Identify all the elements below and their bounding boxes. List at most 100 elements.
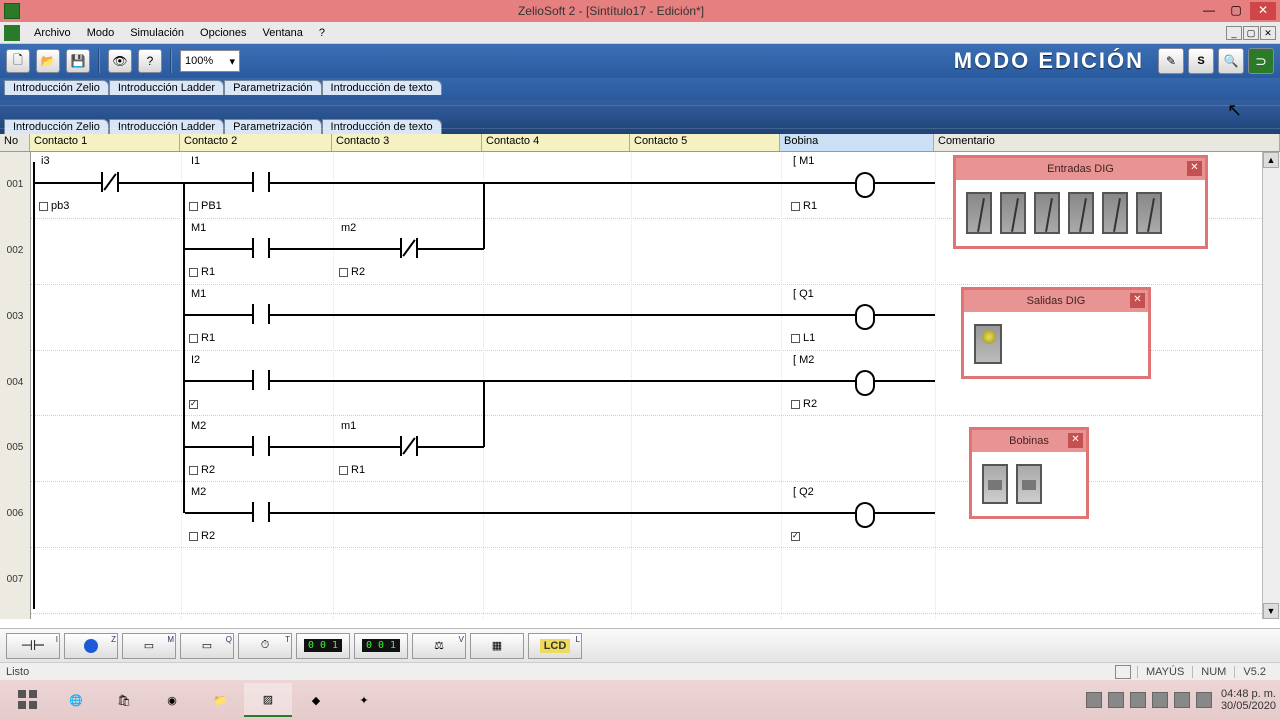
- mdi-close[interactable]: ✕: [1260, 26, 1276, 40]
- contact-M2b[interactable]: [252, 502, 270, 522]
- switch-icon[interactable]: [1102, 192, 1128, 234]
- vertical-scrollbar[interactable]: ▲ ▼: [1262, 152, 1280, 619]
- help-button[interactable]: ?: [138, 49, 162, 73]
- chk-R2c[interactable]: [189, 532, 198, 541]
- contact-m2[interactable]: [400, 238, 418, 258]
- clock[interactable]: 04:48 p. m. 30/05/2020: [1221, 688, 1276, 712]
- sim-timer[interactable]: ⏱T: [238, 633, 292, 659]
- chk-R1-coil[interactable]: [791, 202, 800, 211]
- mdi-min[interactable]: _: [1226, 26, 1242, 40]
- contact-i3[interactable]: [101, 172, 119, 192]
- open-button[interactable]: 📂: [36, 49, 60, 73]
- coil-M1[interactable]: [855, 172, 875, 194]
- lamp-icon[interactable]: [974, 324, 1002, 364]
- close-button[interactable]: ✕: [1250, 2, 1276, 20]
- system-tray[interactable]: 04:48 p. m. 30/05/2020: [1083, 688, 1276, 712]
- col-comentario[interactable]: Comentario: [934, 134, 1280, 151]
- tray-volume-icon[interactable]: [1196, 692, 1212, 708]
- switch-icon[interactable]: [1000, 192, 1026, 234]
- contact-I1[interactable]: [252, 172, 270, 192]
- close-icon[interactable]: ✕: [1068, 433, 1083, 448]
- new-button[interactable]: 🗋: [6, 49, 30, 73]
- menu-opciones[interactable]: Opciones: [200, 27, 246, 39]
- contact-M2a[interactable]: [252, 436, 270, 456]
- row-num[interactable]: 005: [0, 442, 30, 453]
- sim-mode-button[interactable]: S: [1188, 48, 1214, 74]
- switch-icon[interactable]: [1136, 192, 1162, 234]
- zoom-select[interactable]: 100%▾: [180, 50, 240, 72]
- row-num[interactable]: 001: [0, 179, 30, 190]
- tab-intro-zelio[interactable]: Introducción Zelio: [4, 80, 109, 95]
- coil-M2[interactable]: [855, 370, 875, 392]
- chk-R2b[interactable]: [189, 466, 198, 475]
- taskbar-explorer[interactable]: 📁: [196, 683, 244, 717]
- row-num[interactable]: 007: [0, 574, 30, 585]
- maximize-button[interactable]: ▢: [1223, 2, 1249, 20]
- sim-compare[interactable]: ⚖V: [412, 633, 466, 659]
- tab-intro-ladder[interactable]: Introducción Ladder: [109, 80, 224, 95]
- tray-icon[interactable]: [1130, 692, 1146, 708]
- chk-row6-coil[interactable]: [791, 532, 800, 541]
- ladder-canvas[interactable]: i3 I1 [ M1 pb3 PB1 R1 M1 m2 R1 R2 M1: [31, 152, 1262, 619]
- col-contacto1[interactable]: Contacto 1: [30, 134, 180, 151]
- menu-help[interactable]: ?: [319, 27, 325, 39]
- taskbar-app3[interactable]: ✦: [340, 683, 388, 717]
- view-button[interactable]: 👁: [108, 49, 132, 73]
- tray-icon[interactable]: [1108, 692, 1124, 708]
- col-contacto5[interactable]: Contacto 5: [630, 134, 780, 151]
- coil-Q1[interactable]: [855, 304, 875, 326]
- tray-icon[interactable]: [1152, 692, 1168, 708]
- taskbar-app2[interactable]: ◆: [292, 683, 340, 717]
- chk-R1c[interactable]: [339, 466, 348, 475]
- chk-R1b[interactable]: [189, 334, 198, 343]
- run-button[interactable]: ⊃: [1248, 48, 1274, 74]
- row-num[interactable]: 004: [0, 377, 30, 388]
- col-contacto2[interactable]: Contacto 2: [180, 134, 332, 151]
- chk-row4[interactable]: [189, 400, 198, 409]
- chk-R2-coil[interactable]: [791, 400, 800, 409]
- switch-icon[interactable]: [1034, 192, 1060, 234]
- coil-icon[interactable]: [1016, 464, 1042, 504]
- tray-icon[interactable]: [1174, 692, 1190, 708]
- palette-salidas-dig[interactable]: Salidas DIG✕: [961, 287, 1151, 379]
- col-contacto4[interactable]: Contacto 4: [482, 134, 630, 151]
- start-button[interactable]: [4, 683, 52, 717]
- row-num[interactable]: 003: [0, 311, 30, 322]
- chk-pb3[interactable]: [39, 202, 48, 211]
- col-no[interactable]: No: [0, 134, 30, 151]
- tab2-param[interactable]: Parametrización: [224, 119, 321, 134]
- tray-icon[interactable]: [1086, 692, 1102, 708]
- scroll-up[interactable]: ▲: [1263, 152, 1279, 168]
- sim-lcd[interactable]: LCDL: [528, 633, 582, 659]
- palette-entradas-dig[interactable]: Entradas DIG✕: [953, 155, 1208, 249]
- tab2-intro-zelio[interactable]: Introducción Zelio: [4, 119, 109, 134]
- tab2-text[interactable]: Introducción de texto: [322, 119, 442, 134]
- chk-R2a[interactable]: [339, 268, 348, 277]
- row-num[interactable]: 006: [0, 508, 30, 519]
- palette-bobinas[interactable]: Bobinas✕: [969, 427, 1089, 519]
- tab2-intro-ladder[interactable]: Introducción Ladder: [109, 119, 224, 134]
- sim-grid[interactable]: ▦: [470, 633, 524, 659]
- tab-param[interactable]: Parametrización: [224, 80, 321, 95]
- sim-counter1[interactable]: 0 0 1: [296, 633, 350, 659]
- save-button[interactable]: 💾: [66, 49, 90, 73]
- menu-modo[interactable]: Modo: [87, 27, 115, 39]
- coil-icon[interactable]: [982, 464, 1008, 504]
- contact-I2[interactable]: [252, 370, 270, 390]
- sim-counter2[interactable]: 0 0 1: [354, 633, 408, 659]
- scroll-down[interactable]: ▼: [1263, 603, 1279, 619]
- taskbar-chrome[interactable]: ◉: [148, 683, 196, 717]
- minimize-button[interactable]: —: [1196, 2, 1222, 20]
- chk-L1[interactable]: [791, 334, 800, 343]
- contact-M1b[interactable]: [252, 304, 270, 324]
- contact-m1[interactable]: [400, 436, 418, 456]
- menu-simulacion[interactable]: Simulación: [130, 27, 184, 39]
- sim-z[interactable]: Z: [64, 633, 118, 659]
- switch-icon[interactable]: [966, 192, 992, 234]
- tab-text[interactable]: Introducción de texto: [322, 80, 442, 95]
- row-num[interactable]: 002: [0, 245, 30, 256]
- taskbar-store[interactable]: 🛍: [100, 683, 148, 717]
- menu-ventana[interactable]: Ventana: [263, 27, 303, 39]
- taskbar-zeliosoft[interactable]: ▨: [244, 683, 292, 717]
- close-icon[interactable]: ✕: [1187, 161, 1202, 176]
